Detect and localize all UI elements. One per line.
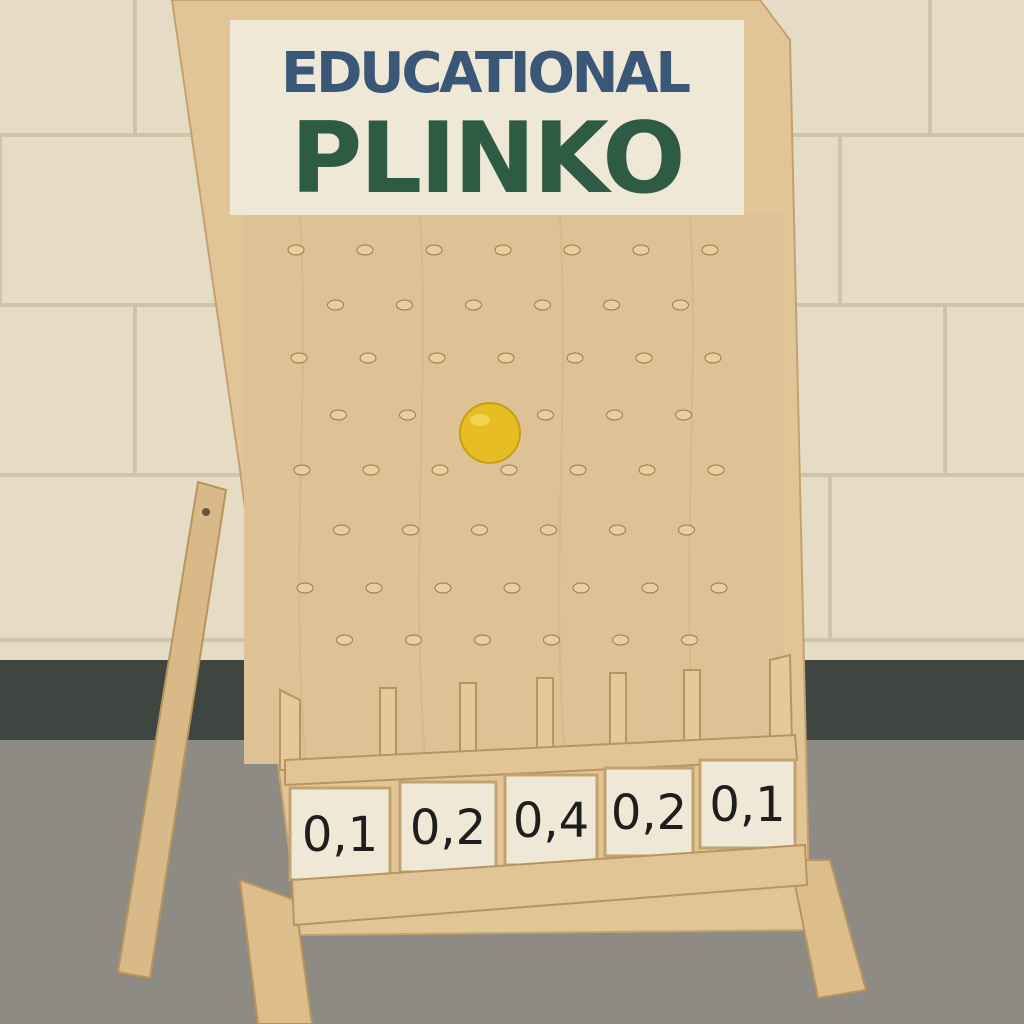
peg xyxy=(675,409,692,421)
peg xyxy=(500,464,518,476)
peg xyxy=(540,524,557,536)
score-bin-label: 0,2 xyxy=(611,785,687,841)
peg xyxy=(431,464,449,476)
peg xyxy=(543,634,560,646)
peg xyxy=(365,582,383,594)
peg xyxy=(402,524,419,536)
peg xyxy=(704,352,722,364)
peg xyxy=(428,352,446,364)
peg xyxy=(563,244,581,256)
peg xyxy=(356,244,374,256)
peg xyxy=(293,464,311,476)
peg xyxy=(287,244,305,256)
peg xyxy=(497,352,515,364)
score-bin-label: 0,1 xyxy=(709,777,785,833)
peg xyxy=(330,409,347,421)
score-bin-label: 0,2 xyxy=(410,800,486,856)
peg xyxy=(425,244,443,256)
peg xyxy=(465,299,482,311)
peg xyxy=(474,634,491,646)
peg xyxy=(707,464,725,476)
peg xyxy=(327,299,344,311)
peg xyxy=(503,582,521,594)
peg xyxy=(612,634,629,646)
peg xyxy=(635,352,653,364)
sign-title-plinko: PLINKO xyxy=(291,102,686,216)
score-bin-label: 0,4 xyxy=(513,793,589,849)
peg xyxy=(399,409,416,421)
peg xyxy=(672,299,689,311)
peg xyxy=(362,464,380,476)
peg xyxy=(609,524,626,536)
peg xyxy=(569,464,587,476)
peg xyxy=(681,634,698,646)
peg xyxy=(336,634,353,646)
peg xyxy=(638,464,656,476)
peg xyxy=(603,299,620,311)
peg xyxy=(537,409,554,421)
peg xyxy=(572,582,590,594)
peg xyxy=(606,409,623,421)
peg xyxy=(632,244,650,256)
peg xyxy=(534,299,551,311)
plinko-ball[interactable] xyxy=(459,402,521,464)
peg xyxy=(359,352,377,364)
hinge-screw xyxy=(202,508,210,516)
peg xyxy=(494,244,512,256)
peg xyxy=(678,524,695,536)
peg xyxy=(333,524,350,536)
peg xyxy=(405,634,422,646)
ball-highlight xyxy=(470,414,490,426)
peg xyxy=(296,582,314,594)
peg xyxy=(701,244,719,256)
peg xyxy=(471,524,488,536)
plinko-scene: EDUCATIONAL PLINKO 0,1 0,2 0,4 0,2 0,1 xyxy=(0,0,1024,1024)
peg xyxy=(434,582,452,594)
peg xyxy=(396,299,413,311)
peg xyxy=(641,582,659,594)
peg xyxy=(290,352,308,364)
score-bin-label: 0,1 xyxy=(302,807,378,863)
sign-title-educational: EDUCATIONAL xyxy=(281,41,691,106)
peg-board xyxy=(244,214,784,764)
peg xyxy=(710,582,728,594)
peg xyxy=(566,352,584,364)
